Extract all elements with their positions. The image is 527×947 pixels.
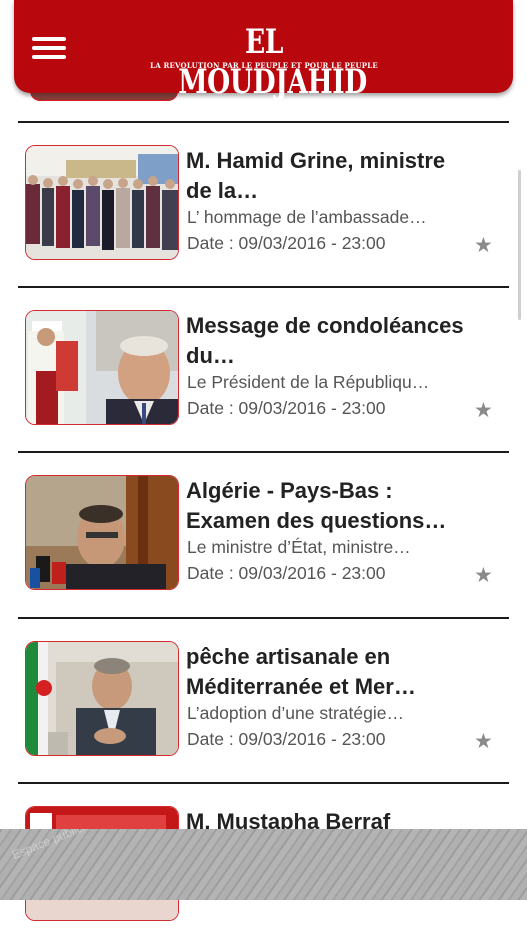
star-icon[interactable]: ★ [474, 235, 493, 256]
star-icon[interactable]: ★ [474, 565, 493, 586]
article-item[interactable]: pêche artisanale en Méditerranée et Mer…… [0, 618, 527, 782]
article-thumbnail [25, 475, 179, 590]
article-title[interactable]: Message de condoléances du… [186, 311, 471, 371]
ad-banner[interactable]: Espace publicitaire [0, 829, 527, 900]
article-excerpt: L’ hommage de l’ambassade… [187, 207, 427, 227]
app-logo-subtitle: LA REVOLUTION PAR LE PEUPLE ET POUR LE P… [150, 61, 378, 70]
hamburger-menu-icon[interactable] [32, 37, 66, 61]
article-date: Date : 09/03/2016 - 23:00 [187, 563, 386, 583]
article-excerpt: L’adoption d’une stratégie… [187, 703, 404, 723]
article-item[interactable]: Message de condoléances du… Le Président… [0, 287, 527, 451]
app-header: EL MOUDJAHID LA REVOLUTION PAR LE PEUPLE… [14, 0, 513, 102]
ad-banner-label: Espace publicitaire [10, 829, 109, 862]
article-title[interactable]: M. Hamid Grine, ministre de la… [186, 146, 471, 206]
article-thumbnail [25, 310, 179, 425]
article-title[interactable]: Algérie - Pays-Bas : Examen des question… [186, 476, 471, 536]
article-title[interactable]: pêche artisanale en Méditerranée et Mer… [186, 642, 471, 702]
star-icon[interactable]: ★ [474, 400, 493, 421]
article-item[interactable]: M. Hamid Grine, ministre de la… L’ homma… [0, 122, 527, 286]
article-thumbnail [25, 641, 179, 756]
article-date: Date : 09/03/2016 - 23:00 [187, 233, 386, 253]
article-item[interactable]: Algérie - Pays-Bas : Examen des question… [0, 452, 527, 616]
scrollbar[interactable] [518, 170, 521, 320]
article-date: Date : 09/03/2016 - 23:00 [187, 398, 386, 418]
article-thumbnail [25, 145, 179, 260]
article-date: Date : 09/03/2016 - 23:00 [187, 729, 386, 749]
star-icon[interactable]: ★ [474, 731, 493, 752]
article-excerpt: Le Président de la Républiqu… [187, 372, 430, 392]
article-excerpt: Le ministre d’État, ministre… [187, 537, 411, 557]
